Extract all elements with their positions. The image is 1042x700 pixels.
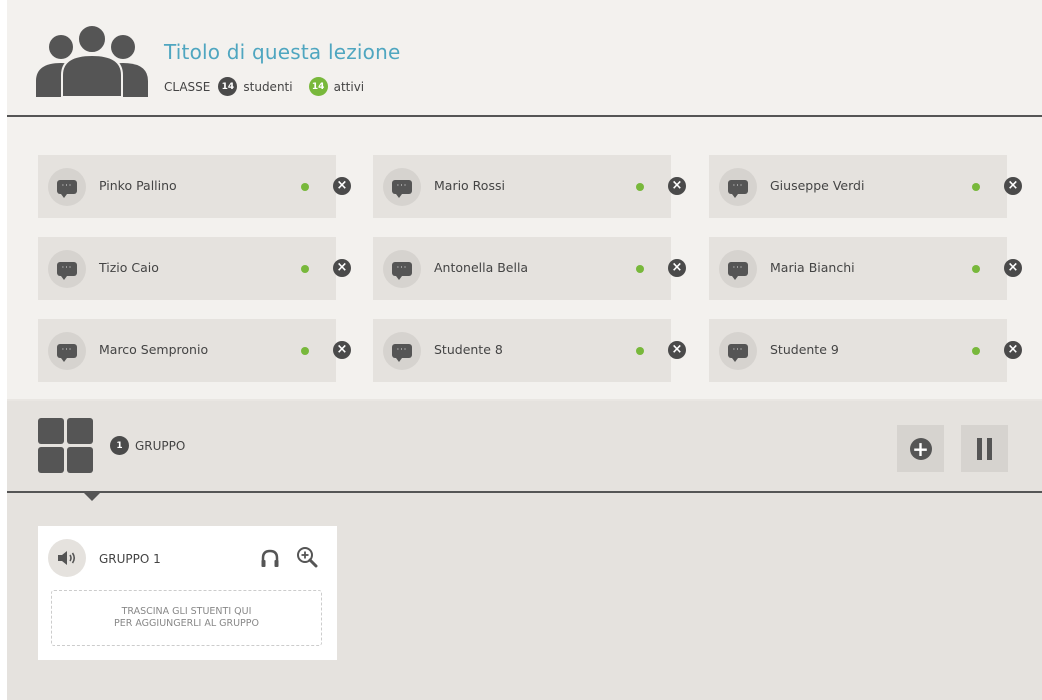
pause-button[interactable]	[961, 425, 1008, 472]
online-status-dot	[301, 183, 309, 191]
student-name: Pinko Pallino	[99, 178, 177, 193]
group-name: GRUPPO 1	[99, 552, 161, 566]
online-status-dot	[636, 347, 644, 355]
group-count: 1 GRUPPO	[110, 436, 185, 455]
online-status-dot	[972, 183, 980, 191]
student-card[interactable]: ··· Antonella Bella ×	[373, 237, 686, 300]
chat-icon[interactable]: ···	[383, 250, 421, 288]
groups-pointer	[84, 493, 100, 501]
groups-divider	[7, 491, 1042, 493]
online-status-dot	[972, 347, 980, 355]
chat-icon[interactable]: ···	[383, 332, 421, 370]
active-count-badge: 14	[308, 77, 328, 96]
student-card[interactable]: ··· Tizio Caio ×	[38, 237, 351, 300]
online-status-dot	[636, 265, 644, 273]
grid-icon	[38, 418, 93, 473]
drop-instructions: TRASCINA GLI STUENTI QUI PER AGGIUNGERLI…	[114, 606, 259, 630]
student-card[interactable]: ··· Mario Rossi ×	[373, 155, 686, 218]
student-card[interactable]: ··· Studente 8 ×	[373, 319, 686, 382]
student-card[interactable]: ··· Pinko Pallino ×	[38, 155, 351, 218]
speaker-icon[interactable]	[48, 539, 86, 577]
student-name: Mario Rossi	[434, 178, 505, 193]
group-card: GRUPPO 1 TRASCINA GLI STUENTI QUI PER AG…	[38, 526, 337, 660]
student-name: Marco Sempronio	[99, 342, 209, 357]
chat-icon[interactable]: ···	[48, 250, 86, 288]
class-header: Titolo di questa lezione CLASSE 14 stude…	[7, 0, 1042, 116]
remove-student-button[interactable]: ×	[1004, 341, 1022, 359]
student-name: Studente 9	[770, 342, 839, 357]
student-card[interactable]: ··· Maria Bianchi ×	[709, 237, 1022, 300]
chat-icon[interactable]: ···	[719, 250, 757, 288]
remove-student-button[interactable]: ×	[668, 259, 686, 277]
pause-icon	[977, 437, 992, 460]
student-name: Tizio Caio	[99, 260, 159, 275]
student-name: Giuseppe Verdi	[770, 178, 865, 193]
add-group-button[interactable]: +	[897, 425, 944, 472]
remove-student-button[interactable]: ×	[333, 259, 351, 277]
online-status-dot	[301, 347, 309, 355]
remove-student-button[interactable]: ×	[1004, 177, 1022, 195]
remove-student-button[interactable]: ×	[333, 341, 351, 359]
students-grid: ··· Pinko Pallino × ··· Mario Rossi × ··…	[7, 117, 1042, 399]
remove-student-button[interactable]: ×	[1004, 259, 1022, 277]
chat-icon[interactable]: ···	[719, 168, 757, 206]
class-label: CLASSE	[164, 79, 211, 94]
chat-icon[interactable]: ···	[48, 332, 86, 370]
remove-student-button[interactable]: ×	[668, 177, 686, 195]
chat-icon[interactable]: ···	[383, 168, 421, 206]
group-count-badge: 1	[110, 436, 129, 455]
groups-bar: 1 GRUPPO +	[7, 401, 1042, 491]
student-card[interactable]: ··· Giuseppe Verdi ×	[709, 155, 1022, 218]
remove-student-button[interactable]: ×	[668, 341, 686, 359]
online-status-dot	[972, 265, 980, 273]
active-label: attivi	[333, 79, 365, 94]
headphones-icon[interactable]	[260, 548, 280, 568]
plus-circle-icon: +	[909, 437, 932, 460]
student-card[interactable]: ··· Studente 9 ×	[709, 319, 1022, 382]
zoom-in-icon[interactable]	[296, 546, 318, 568]
app-frame: Titolo di questa lezione CLASSE 14 stude…	[7, 0, 1042, 700]
students-count-badge: 14	[218, 77, 238, 96]
class-summary: CLASSE 14 studenti 14 attivi	[164, 77, 364, 96]
drop-line-2: PER AGGIUNGERLI AL GRUPPO	[113, 618, 259, 629]
chat-icon[interactable]: ···	[48, 168, 86, 206]
students-label: studenti	[243, 79, 293, 94]
student-drop-zone[interactable]: TRASCINA GLI STUENTI QUI PER AGGIUNGERLI…	[51, 590, 322, 646]
student-name: Antonella Bella	[434, 260, 529, 275]
student-name: Maria Bianchi	[770, 260, 855, 275]
lesson-title: Titolo di questa lezione	[164, 40, 401, 64]
online-status-dot	[636, 183, 644, 191]
online-status-dot	[301, 265, 309, 273]
group-count-label: GRUPPO	[135, 438, 186, 453]
chat-icon[interactable]: ···	[719, 332, 757, 370]
student-name: Studente 8	[434, 342, 503, 357]
people-icon	[36, 25, 148, 97]
student-card[interactable]: ··· Marco Sempronio ×	[38, 319, 351, 382]
drop-line-1: TRASCINA GLI STUENTI QUI	[121, 606, 252, 617]
remove-student-button[interactable]: ×	[333, 177, 351, 195]
